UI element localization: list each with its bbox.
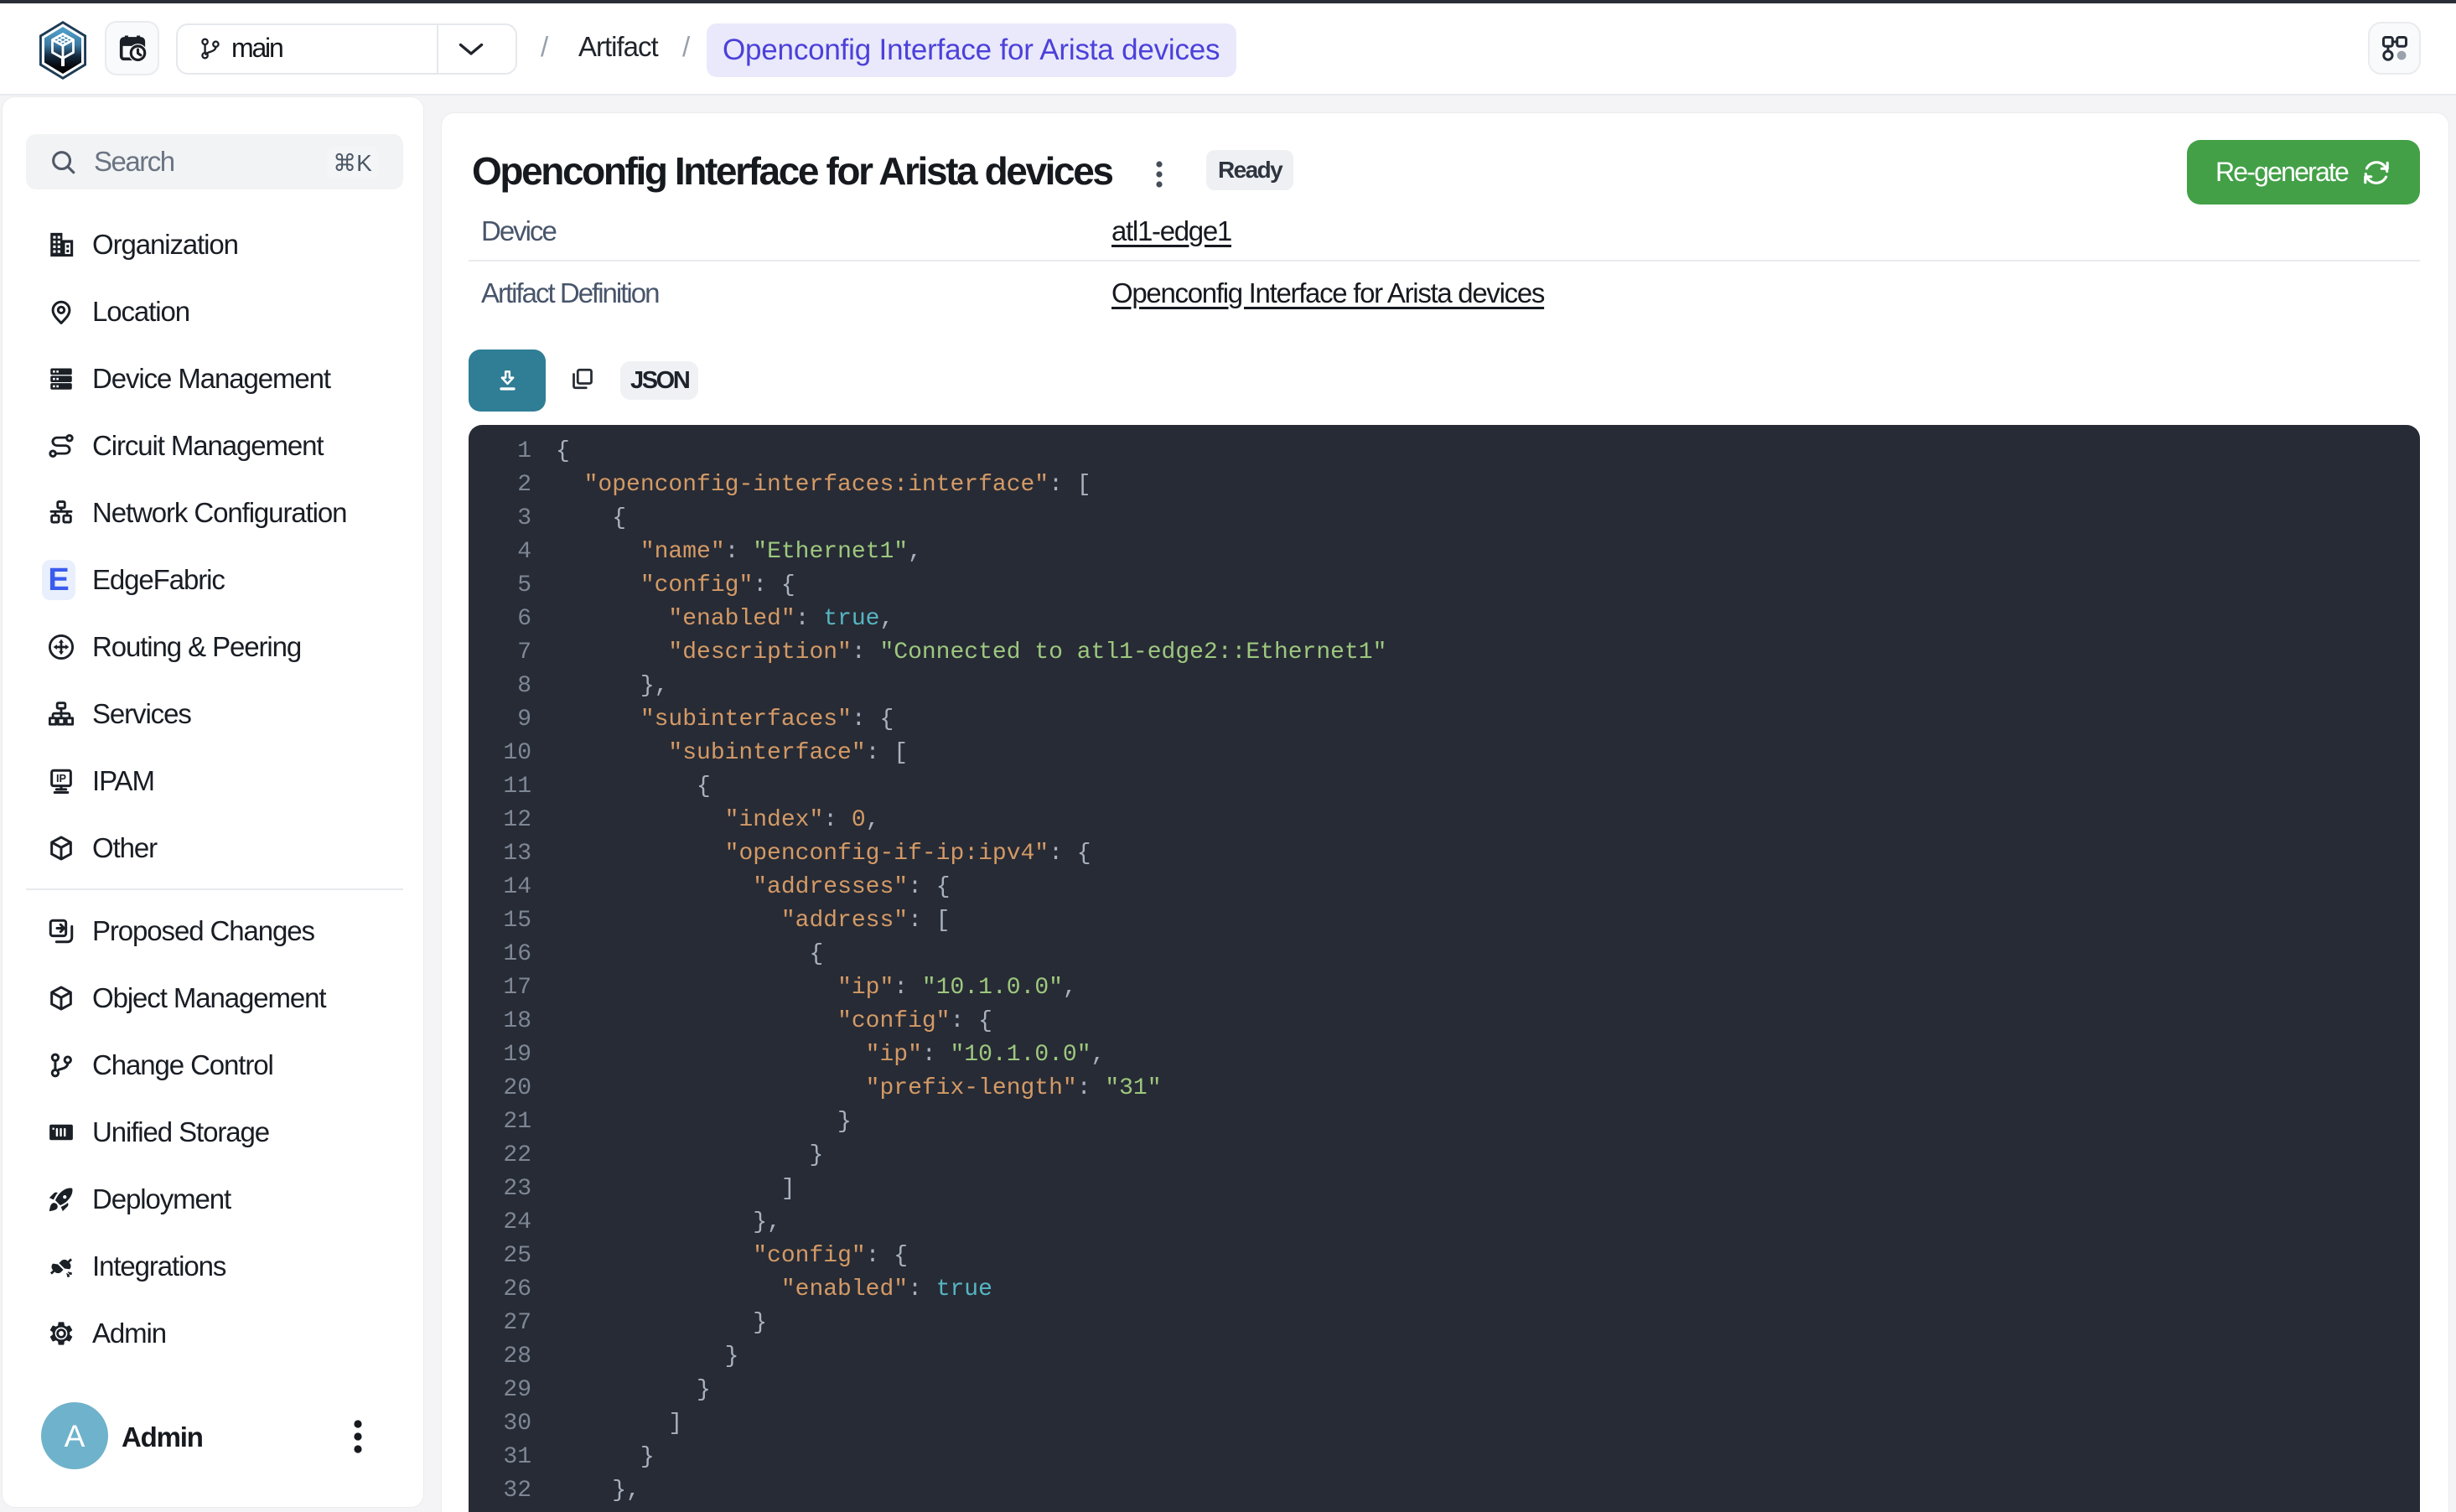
svg-text:IP: IP xyxy=(56,772,67,784)
svg-text:A: A xyxy=(65,1419,85,1453)
